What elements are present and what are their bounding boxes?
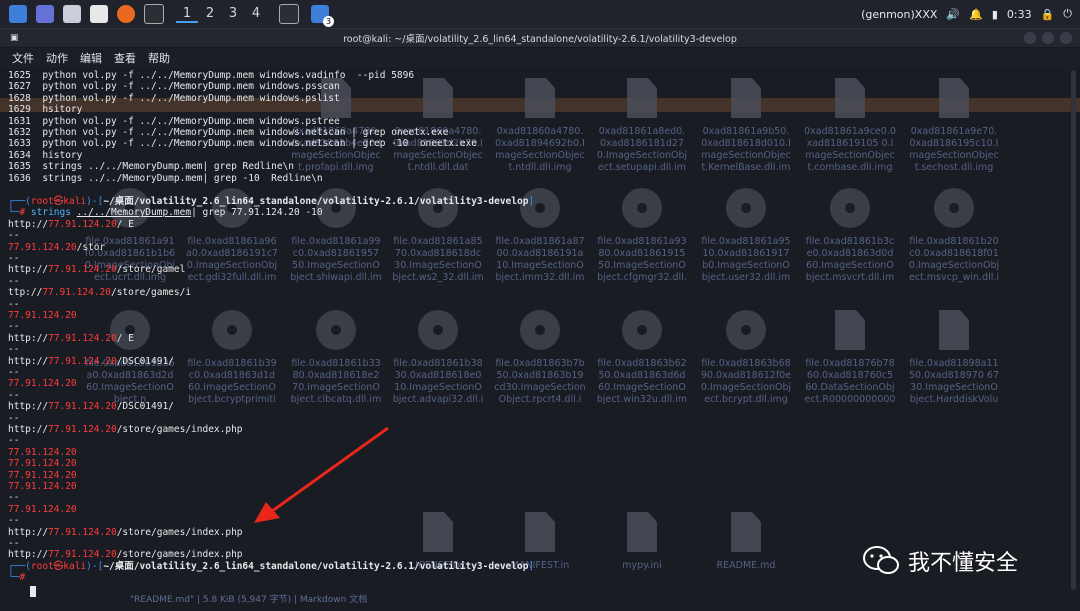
watermark-text: 我不懂安全	[908, 551, 1019, 576]
annotation-arrow	[254, 426, 389, 523]
wechat-icon	[863, 546, 899, 574]
file-manager-status: "README.md" | 5.8 KiB (5,947 字节) | Markd…	[130, 595, 368, 605]
watermark: 我不懂安全	[862, 545, 1018, 577]
